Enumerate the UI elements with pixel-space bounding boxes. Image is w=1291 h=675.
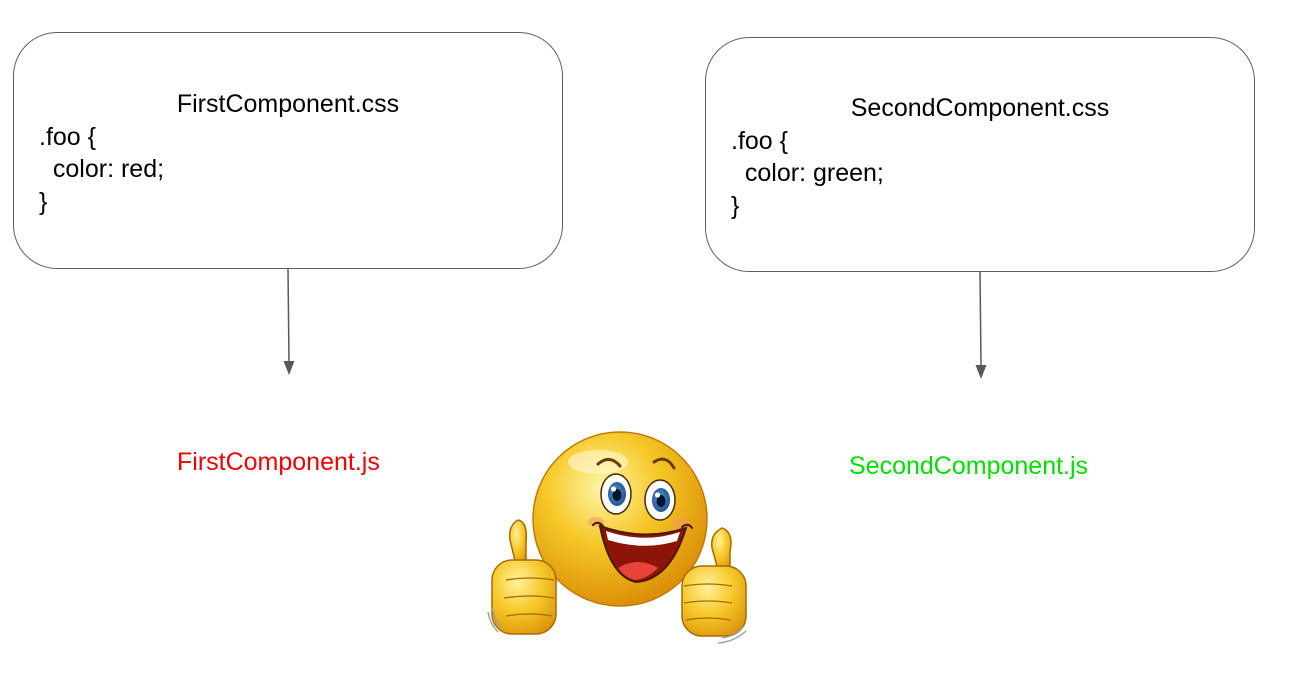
second-arrow [975, 271, 987, 379]
first-arrow [283, 268, 295, 375]
second-component-js-label: SecondComponent.js [849, 452, 1089, 480]
thumbs-up-smiley-icon [487, 431, 747, 644]
first-component-js-label: FirstComponent.js [177, 448, 380, 476]
